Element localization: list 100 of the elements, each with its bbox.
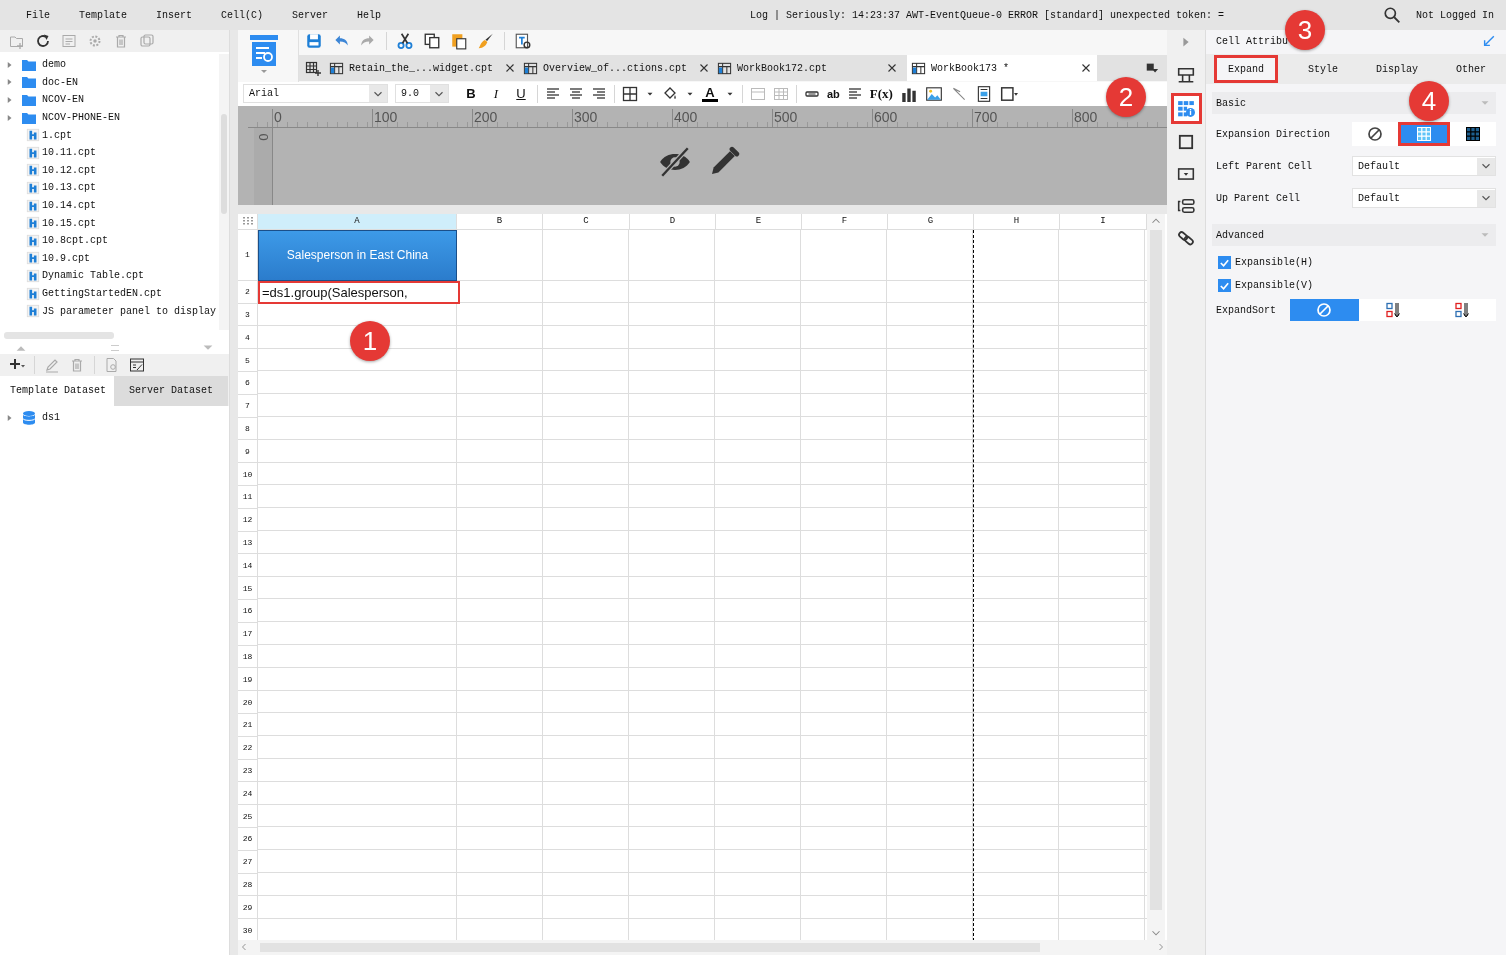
cell-attribute-icon[interactable] bbox=[1177, 99, 1195, 118]
align-center-icon[interactable] bbox=[568, 85, 584, 102]
menu-item[interactable]: Server bbox=[292, 9, 329, 21]
cut-icon[interactable] bbox=[396, 32, 414, 50]
row-header[interactable]: 23 bbox=[238, 759, 258, 783]
widget-icon[interactable] bbox=[1177, 165, 1195, 183]
parent-cell-select[interactable]: Default bbox=[1352, 156, 1496, 176]
row-header[interactable]: 28 bbox=[238, 873, 258, 897]
scrollbar[interactable] bbox=[4, 332, 114, 339]
tree-item[interactable]: doc-EN bbox=[42, 76, 78, 88]
row-header[interactable]: 24 bbox=[238, 782, 258, 806]
paste-icon[interactable] bbox=[450, 32, 468, 50]
report-file-icon[interactable] bbox=[26, 198, 40, 213]
formula-button[interactable]: F(x) bbox=[869, 85, 893, 102]
menu-item[interactable]: Template bbox=[79, 9, 128, 21]
menu-item[interactable]: Insert bbox=[156, 9, 193, 21]
font-color-button[interactable]: A bbox=[702, 85, 718, 102]
report-file-icon[interactable] bbox=[26, 251, 40, 266]
new-sheet-icon[interactable] bbox=[305, 60, 321, 76]
row-header[interactable]: 2 bbox=[238, 280, 258, 304]
row-header[interactable]: 5 bbox=[238, 349, 258, 372]
report-preview-icon[interactable] bbox=[247, 34, 281, 74]
tree-item[interactable]: GettingStartedEN.cpt bbox=[42, 288, 163, 299]
report-file-icon[interactable] bbox=[26, 304, 40, 319]
search-icon[interactable] bbox=[1383, 6, 1401, 24]
tree-item[interactable]: 10.14.cpt bbox=[42, 200, 96, 212]
dataset-item[interactable]: ds1 bbox=[42, 412, 60, 424]
row-header[interactable]: 8 bbox=[238, 417, 258, 441]
tree-item[interactable]: 10.13.cpt bbox=[42, 182, 96, 194]
dataset-tab[interactable]: Server Dataset bbox=[114, 376, 228, 406]
menu-item[interactable]: Help bbox=[357, 9, 382, 21]
align-left-icon[interactable] bbox=[545, 85, 561, 102]
row-header[interactable]: 21 bbox=[238, 713, 258, 737]
row-header[interactable]: 26 bbox=[238, 827, 258, 851]
parent-cell-select[interactable]: Default bbox=[1352, 188, 1496, 208]
no-expansion-icon[interactable] bbox=[1367, 126, 1383, 142]
template-icon[interactable] bbox=[329, 60, 344, 76]
panel-tab[interactable]: Style bbox=[1286, 54, 1360, 84]
row-header[interactable]: 6 bbox=[238, 372, 258, 395]
row-header[interactable]: 25 bbox=[238, 805, 258, 828]
condition-icon[interactable] bbox=[1177, 197, 1195, 215]
tree-item[interactable]: NCOV-PHONE-EN bbox=[42, 112, 120, 124]
menu-item[interactable]: File bbox=[26, 9, 50, 21]
header-cell[interactable]: Salesperson in East China bbox=[258, 229, 457, 281]
bold-button[interactable]: B bbox=[462, 85, 480, 102]
unmerge-cells-icon[interactable] bbox=[773, 85, 789, 102]
menu-item[interactable]: Cell(C) bbox=[221, 9, 264, 21]
report-file-icon[interactable] bbox=[26, 233, 40, 248]
folder-icon[interactable] bbox=[21, 74, 37, 91]
row-header[interactable]: 12 bbox=[238, 508, 258, 532]
underline-button[interactable]: U bbox=[512, 85, 530, 102]
row-header[interactable]: 10 bbox=[238, 463, 258, 486]
border-square-icon[interactable] bbox=[1177, 133, 1195, 151]
italic-button[interactable]: I bbox=[487, 85, 505, 102]
template-icon[interactable] bbox=[911, 60, 926, 76]
row-header[interactable]: 11 bbox=[238, 485, 258, 509]
checkbox-label[interactable]: Expansible(H) bbox=[1235, 257, 1313, 268]
report-file-icon[interactable] bbox=[26, 163, 40, 178]
checkbox-label[interactable]: Expansible(V) bbox=[1235, 280, 1313, 291]
cell-element-icon[interactable] bbox=[1177, 66, 1195, 84]
row-header[interactable]: 17 bbox=[238, 622, 258, 646]
borders-icon[interactable] bbox=[622, 85, 638, 102]
tree-item[interactable]: 10.8cpt.cpt bbox=[42, 235, 108, 247]
report-file-icon[interactable] bbox=[26, 216, 40, 231]
file-tab[interactable]: WorkBook172.cpt bbox=[713, 55, 903, 81]
row-header[interactable]: 16 bbox=[238, 599, 258, 623]
tree-item[interactable]: 10.12.cpt bbox=[42, 164, 96, 176]
refresh-icon[interactable] bbox=[35, 33, 51, 49]
row-header[interactable]: 3 bbox=[238, 303, 258, 327]
row-header[interactable]: 14 bbox=[238, 554, 258, 578]
scrollbar[interactable] bbox=[1147, 213, 1165, 940]
panel-tab[interactable]: Expand bbox=[1214, 55, 1278, 83]
tree-item[interactable]: 10.15.cpt bbox=[42, 217, 96, 229]
tab-menu-icon[interactable] bbox=[1145, 61, 1159, 75]
row-header[interactable]: 20 bbox=[238, 691, 258, 714]
report-file-icon[interactable] bbox=[26, 145, 40, 160]
tree-item[interactable]: 1.cpt bbox=[42, 129, 72, 141]
tree-item[interactable]: NCOV-EN bbox=[42, 94, 84, 106]
hidden-eye-icon[interactable] bbox=[658, 144, 692, 179]
apply-icon[interactable] bbox=[1482, 34, 1496, 48]
splitter-handle[interactable] bbox=[110, 344, 119, 351]
image-icon[interactable] bbox=[924, 84, 943, 103]
text-button[interactable]: ab bbox=[827, 85, 840, 102]
font-select[interactable]: Arial bbox=[243, 84, 388, 104]
panel-tab[interactable]: Display bbox=[1360, 54, 1434, 84]
row-header[interactable]: 22 bbox=[238, 736, 258, 760]
scrollbar[interactable] bbox=[219, 54, 229, 330]
font-size-select[interactable]: 9.0 bbox=[395, 84, 449, 104]
row-header[interactable]: 15 bbox=[238, 577, 258, 600]
login-status[interactable]: Not Logged In bbox=[1416, 9, 1494, 21]
frame-icon[interactable] bbox=[999, 84, 1018, 103]
template-icon[interactable] bbox=[717, 60, 732, 76]
panel-tab[interactable]: Other bbox=[1434, 54, 1506, 84]
row-header[interactable]: 7 bbox=[238, 394, 258, 418]
row-header[interactable]: 13 bbox=[238, 531, 258, 555]
row-header[interactable]: 19 bbox=[238, 668, 258, 692]
tree-item[interactable]: demo bbox=[42, 59, 66, 71]
checkbox[interactable] bbox=[1218, 256, 1231, 269]
file-tab[interactable]: WorkBook173 * bbox=[907, 55, 1097, 81]
row-header[interactable]: 1 bbox=[238, 229, 258, 281]
